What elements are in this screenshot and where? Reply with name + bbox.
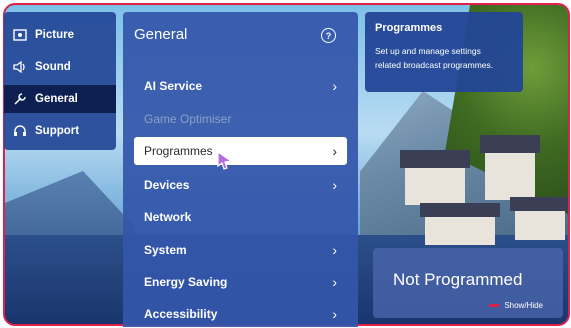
show-hide-label: Show/Hide [504, 301, 543, 310]
show-hide-hint[interactable]: Show/Hide [489, 301, 543, 310]
setting-game-optimiser: Game Optimiser [134, 105, 347, 133]
info-description-line: related broadcast programmes. [375, 60, 494, 70]
setting-label: Programmes [144, 144, 213, 158]
setting-devices[interactable]: Devices › [134, 171, 347, 199]
chevron-right-icon: › [332, 177, 337, 193]
info-panel: Programmes Set up and manage settings re… [365, 12, 523, 92]
chevron-right-icon: › [332, 143, 337, 159]
setting-accessibility[interactable]: Accessibility › [134, 300, 347, 328]
red-key-icon [489, 304, 500, 307]
setting-label: Game Optimiser [144, 112, 232, 126]
menu-item-label: Sound [35, 61, 71, 73]
setting-programmes[interactable]: Programmes › [134, 137, 347, 165]
channel-status-box: Not Programmed Show/Hide [373, 248, 563, 318]
setting-label: Devices [144, 178, 190, 192]
panel-title: General [134, 26, 188, 43]
picture-icon [12, 27, 28, 43]
setting-label: Energy Saving [144, 275, 228, 289]
menu-item-general[interactable]: General [4, 85, 116, 113]
chevron-right-icon: › [332, 242, 337, 258]
menu-item-picture[interactable]: Picture [4, 21, 116, 49]
setting-system[interactable]: System › [134, 236, 347, 264]
menu-item-label: Support [35, 125, 80, 137]
chevron-right-icon: › [332, 78, 337, 94]
info-title: Programmes [375, 22, 443, 34]
info-description: Set up and manage settings related broad… [375, 44, 513, 72]
wrench-icon [12, 91, 28, 107]
chevron-right-icon: › [332, 306, 337, 322]
info-description-line: Set up and manage settings [375, 46, 481, 56]
village-image [365, 125, 568, 265]
pointer-cursor-icon [217, 150, 233, 170]
setting-energy-saving[interactable]: Energy Saving › [134, 268, 347, 296]
general-settings-panel: General ? AI Service › Game Optimiser Pr… [123, 12, 358, 327]
setting-label: Accessibility [144, 307, 218, 321]
menu-item-sound[interactable]: Sound [4, 53, 116, 81]
menu-item-support[interactable]: Support [4, 117, 116, 145]
setting-label: AI Service [144, 79, 203, 93]
help-icon[interactable]: ? [321, 28, 336, 43]
menu-item-label: Picture [35, 29, 74, 41]
speaker-icon [12, 59, 28, 75]
headset-icon [12, 123, 28, 139]
setting-ai-service[interactable]: AI Service › [134, 72, 347, 100]
setting-label: System [144, 243, 187, 257]
menu-item-label: General [35, 93, 78, 105]
chevron-right-icon: › [332, 274, 337, 290]
setting-label: Network [144, 210, 192, 224]
settings-category-menu: Picture Sound General Support [4, 12, 116, 150]
setting-network[interactable]: Network [134, 203, 347, 231]
channel-status-text: Not Programmed [393, 270, 523, 289]
